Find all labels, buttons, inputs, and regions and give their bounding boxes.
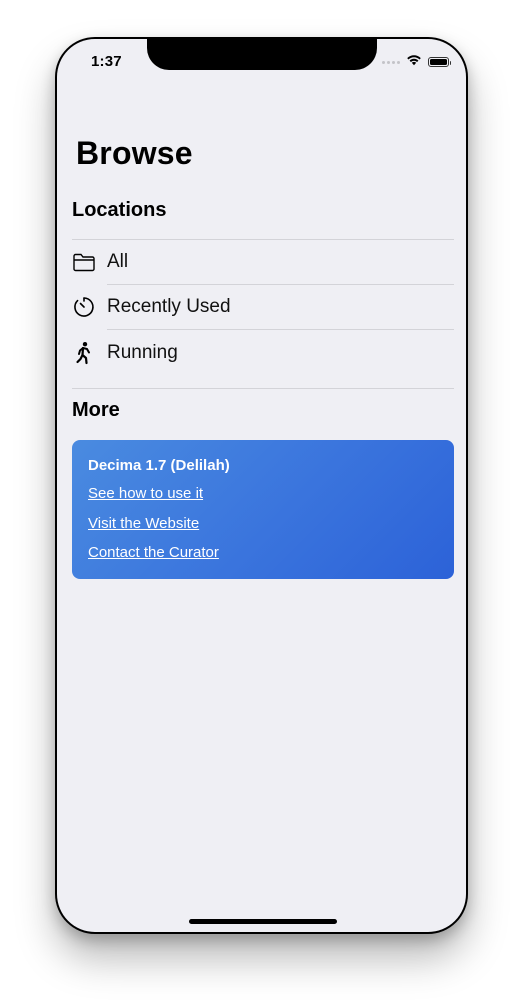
status-time: 1:37 (91, 53, 122, 70)
status-icons (382, 53, 451, 71)
wifi-icon (406, 53, 422, 71)
how-to-use-link[interactable]: See how to use it (88, 484, 438, 504)
location-row-recently-used[interactable]: Recently Used (72, 284, 454, 329)
device-frame: 1:37 Browse Locations All Recently Used … (55, 37, 468, 934)
screen: 1:37 Browse Locations All Recently Used … (57, 39, 466, 932)
walking-figure-icon (72, 341, 96, 365)
contact-curator-link[interactable]: Contact the Curator (88, 543, 438, 563)
page-title: Browse (76, 135, 193, 171)
location-label-running: Running (107, 341, 178, 363)
info-card: Decima 1.7 (Delilah) See how to use it V… (72, 440, 454, 579)
more-header: More (72, 399, 120, 421)
location-row-running[interactable]: Running (72, 330, 454, 375)
folder-icon (72, 250, 96, 274)
location-label-recently-used: Recently Used (107, 295, 231, 317)
home-indicator[interactable] (189, 919, 337, 924)
locations-header: Locations (72, 199, 167, 221)
location-row-all[interactable]: All (72, 239, 454, 284)
battery-icon (428, 57, 451, 67)
timer-icon (72, 295, 96, 319)
notch (147, 39, 377, 70)
location-label-all: All (107, 250, 129, 272)
divider (72, 388, 454, 389)
signal-dots-icon (382, 60, 400, 64)
app-version-title: Decima 1.7 (Delilah) (88, 457, 230, 474)
website-link[interactable]: Visit the Website (88, 514, 438, 534)
